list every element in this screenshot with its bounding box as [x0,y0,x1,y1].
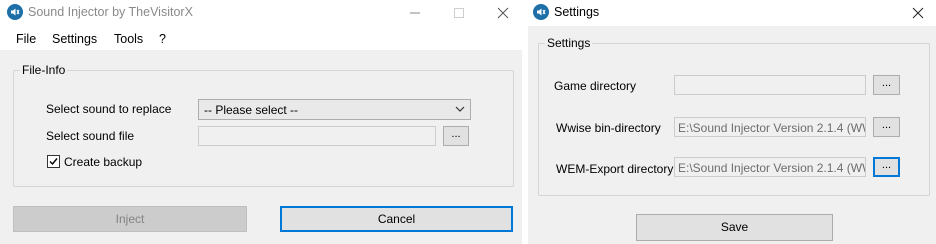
settings-close-button[interactable] [903,0,933,26]
close-icon [497,7,509,19]
wwise-directory-field[interactable]: E:\Sound Injector Version 2.1.4 (WWE [674,117,866,137]
file-info-group-label: File-Info [20,63,68,77]
minimize-button[interactable] [400,0,430,26]
replace-sound-value: -- Please select -- [204,103,299,117]
wem-export-directory-value: E:\Sound Injector Version 2.1.4 (WWE [678,161,866,175]
close-icon [912,7,924,19]
sound-file-field[interactable] [198,126,436,146]
settings-titlebar[interactable]: Settings [528,0,936,26]
checkmark-icon [49,158,58,166]
maximize-icon [454,8,464,18]
settings-window: Settings Settings Game directory ... Wwi… [528,0,936,244]
settings-app-icon [533,4,549,20]
cancel-button[interactable]: Cancel [280,206,513,232]
main-window: Sound Injector by TheVisitorX File Setti… [0,0,522,244]
maximize-button[interactable] [444,0,474,26]
sound-file-label: Select sound file [46,129,135,143]
wwise-directory-label: Wwise bin-directory [556,121,661,135]
main-titlebar[interactable]: Sound Injector by TheVisitorX [0,0,522,26]
sound-injector-app-icon [7,4,23,20]
settings-window-title: Settings [554,5,600,19]
settings-group-label: Settings [545,36,593,50]
menu-bar: File Settings Tools ? [0,26,522,50]
save-button[interactable]: Save [636,214,833,241]
game-directory-field[interactable] [674,75,866,95]
menu-tools[interactable]: Tools [114,32,143,46]
wwise-directory-value: E:\Sound Injector Version 2.1.4 (WWE [678,121,866,135]
wwise-directory-browse-button[interactable]: ... [873,117,900,137]
menu-help[interactable]: ? [159,32,166,46]
sound-file-browse-button[interactable]: ... [443,126,469,146]
inject-button[interactable]: Inject [13,206,247,232]
replace-sound-label: Select sound to replace [46,102,172,116]
close-button[interactable] [488,0,518,26]
create-backup-label: Create backup [64,155,143,169]
replace-sound-select[interactable]: -- Please select -- [198,99,471,120]
menu-settings[interactable]: Settings [52,32,97,46]
wem-export-directory-browse-button[interactable]: ... [873,157,900,177]
wem-export-directory-label: WEM-Export directory [556,162,674,176]
game-directory-browse-button[interactable]: ... [873,75,900,95]
menu-file[interactable]: File [16,32,36,46]
chevron-down-icon [455,106,465,112]
wem-export-directory-field[interactable]: E:\Sound Injector Version 2.1.4 (WWE [674,157,866,177]
create-backup-checkbox[interactable] [47,155,60,168]
main-window-title: Sound Injector by TheVisitorX [28,5,193,19]
game-directory-label: Game directory [554,79,637,93]
minimize-icon [410,12,420,14]
